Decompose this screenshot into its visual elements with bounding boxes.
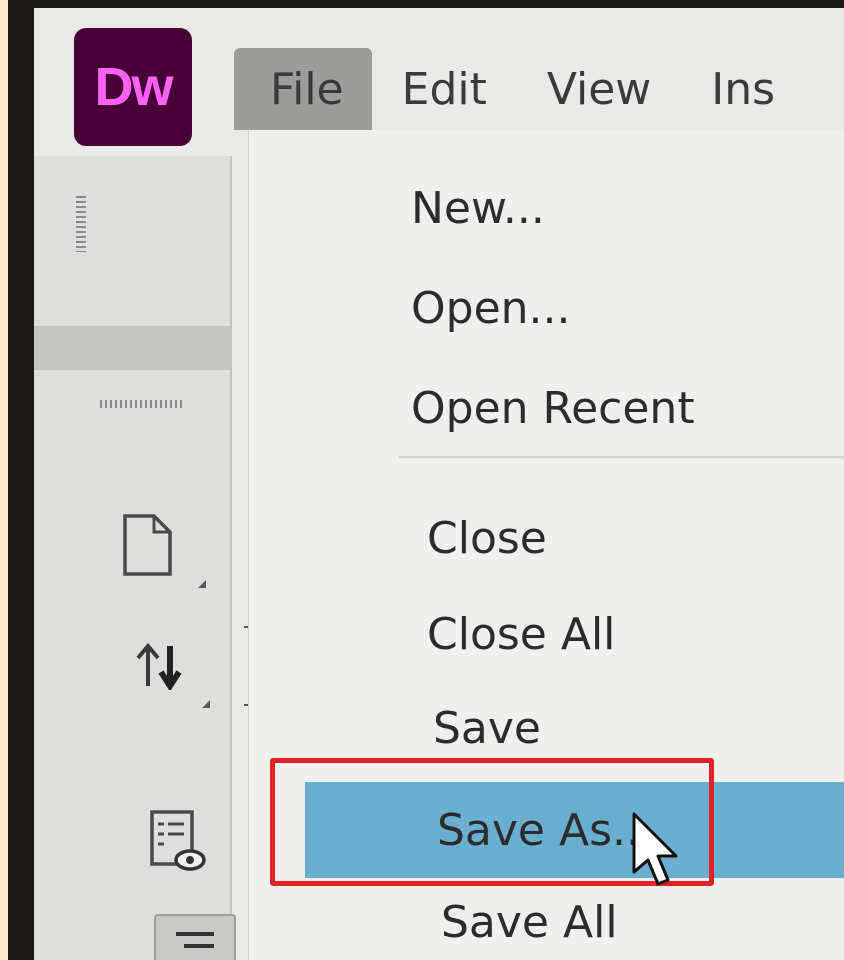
live-view-inspect-icon[interactable] bbox=[148, 808, 208, 878]
panel-grip-handle[interactable] bbox=[76, 196, 86, 252]
left-toolbar-panel bbox=[34, 156, 236, 960]
panel-header-band bbox=[34, 326, 230, 370]
menu-item-open-recent[interactable]: Open Recent bbox=[249, 360, 844, 456]
toggle-line bbox=[184, 944, 214, 948]
menu-item-close-all[interactable]: Close All bbox=[249, 586, 844, 682]
menu-bar: File Edit View Ins bbox=[234, 48, 805, 130]
dreamweaver-logo: Dw bbox=[74, 28, 192, 146]
toolbar-grip-handle[interactable] bbox=[100, 400, 184, 408]
menu-view[interactable]: View bbox=[517, 48, 681, 130]
menu-item-close[interactable]: Close bbox=[249, 490, 844, 586]
application-window: Dw File Edit View Ins New... Open... Ope… bbox=[34, 8, 844, 960]
menu-edit[interactable]: Edit bbox=[372, 48, 517, 130]
menu-insert[interactable]: Ins bbox=[681, 48, 805, 130]
menu-item-open[interactable]: Open... bbox=[249, 260, 844, 356]
menu-separator bbox=[399, 456, 844, 458]
new-document-icon[interactable] bbox=[120, 512, 176, 582]
flyout-indicator-icon bbox=[202, 700, 210, 708]
logo-text: Dw bbox=[94, 57, 174, 117]
menu-item-save-all[interactable]: Save All bbox=[249, 874, 844, 960]
menu-item-new[interactable]: New... bbox=[249, 160, 844, 256]
mouse-pointer-icon bbox=[630, 812, 690, 896]
menu-file[interactable]: File bbox=[234, 48, 372, 130]
toggle-line bbox=[176, 932, 214, 936]
sort-arrows-icon[interactable] bbox=[134, 642, 194, 694]
panel-toggle-button[interactable] bbox=[154, 914, 236, 960]
flyout-indicator-icon bbox=[198, 580, 206, 588]
